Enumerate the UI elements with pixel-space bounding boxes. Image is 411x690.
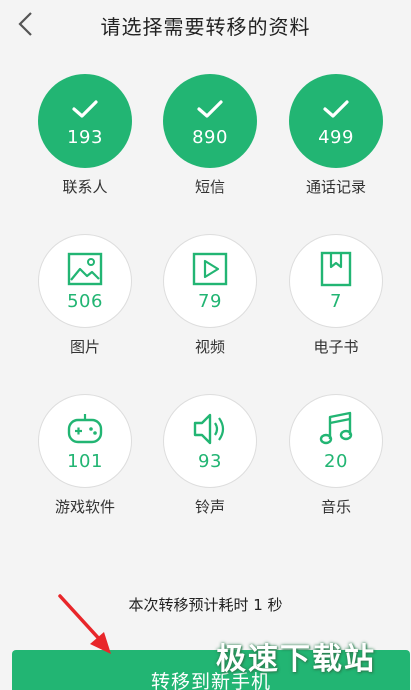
selected-circle[interactable]: 193 <box>38 74 132 168</box>
checkmark-icon <box>323 99 349 118</box>
book-icon <box>320 251 352 286</box>
unselected-circle[interactable]: 20 <box>289 394 383 488</box>
header: 请选择需要转移的资料 <box>0 0 411 48</box>
item-label: 铃声 <box>194 498 225 516</box>
item-label: 视频 <box>194 338 225 356</box>
item-label: 联系人 <box>62 178 108 196</box>
gamepad-icon <box>67 413 103 443</box>
item-label: 短信 <box>194 178 225 196</box>
item-count: 506 <box>67 290 103 312</box>
item-count: 20 <box>324 450 348 472</box>
item-count: 7 <box>330 290 342 312</box>
unselected-circle[interactable]: 93 <box>163 394 257 488</box>
data-item-contacts[interactable]: 193 联系人 <box>25 74 145 197</box>
speaker-icon <box>193 413 225 444</box>
item-label: 音乐 <box>320 498 351 516</box>
item-label: 图片 <box>69 338 100 356</box>
data-item-videos[interactable]: 79 视频 <box>150 234 270 357</box>
selected-circle[interactable]: 890 <box>163 74 257 168</box>
selected-circle[interactable]: 499 <box>289 74 383 168</box>
data-item-call-log[interactable]: 499 通话记录 <box>276 74 396 197</box>
item-count: 499 <box>318 126 354 148</box>
data-item-ringtones[interactable]: 93 铃声 <box>150 394 270 517</box>
item-label: 游戏软件 <box>54 498 115 516</box>
data-item-ebooks[interactable]: 7 电子书 <box>276 234 396 357</box>
item-count: 79 <box>198 290 222 312</box>
item-count: 93 <box>198 450 222 472</box>
red-arrow-annotation-icon <box>58 594 111 654</box>
data-item-images[interactable]: 506 图片 <box>25 234 145 357</box>
unselected-circle[interactable]: 7 <box>289 234 383 328</box>
item-count: 193 <box>67 126 103 148</box>
data-item-games-apps[interactable]: 101 游戏软件 <box>25 394 145 517</box>
unselected-circle[interactable]: 506 <box>38 234 132 328</box>
video-icon <box>192 252 228 285</box>
item-count: 890 <box>192 126 228 148</box>
data-item-music[interactable]: 20 音乐 <box>276 394 396 517</box>
unselected-circle[interactable]: 79 <box>163 234 257 328</box>
page-title: 请选择需要转移的资料 <box>100 15 311 39</box>
item-label: 通话记录 <box>305 178 366 196</box>
watermark-logo: 极速下载站 <box>216 642 376 677</box>
item-label: 电子书 <box>313 338 359 356</box>
checkmark-icon <box>197 99 223 118</box>
checkmark-icon <box>72 99 98 118</box>
data-item-sms[interactable]: 890 短信 <box>150 74 270 197</box>
image-icon <box>67 252 103 285</box>
item-count: 101 <box>67 450 103 472</box>
unselected-circle[interactable]: 101 <box>38 394 132 488</box>
music-note-icon <box>319 411 353 444</box>
